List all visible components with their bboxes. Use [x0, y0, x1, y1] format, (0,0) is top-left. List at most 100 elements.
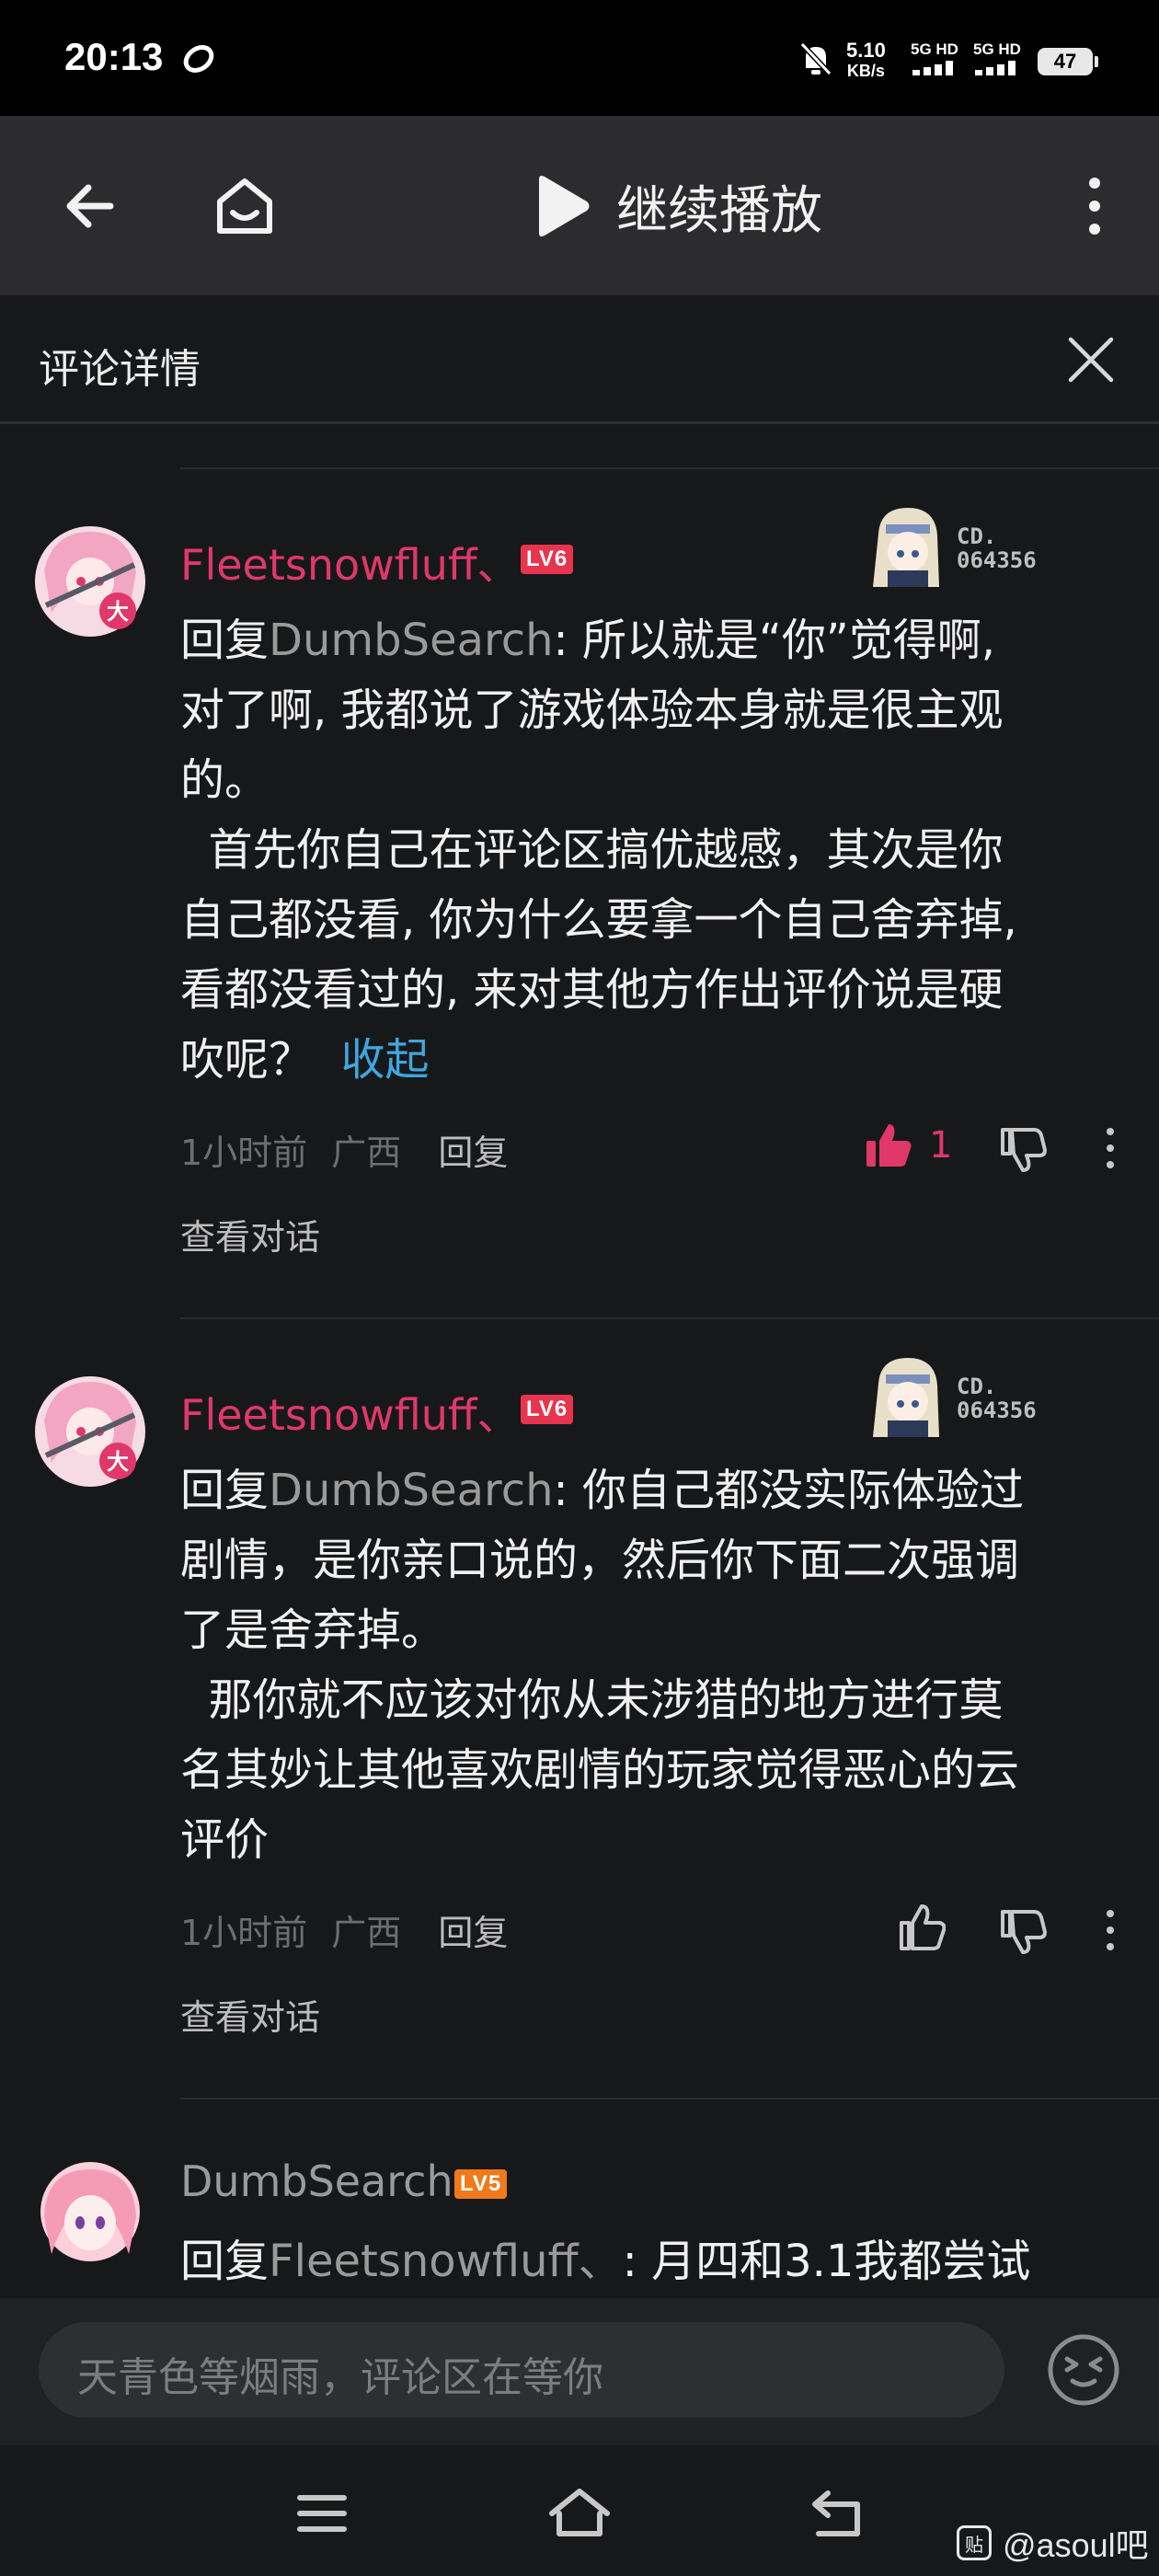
- comment-line: 回复Fleetsnowfluff、: 月四和3.1我都尝试: [180, 2236, 1031, 2287]
- comment-line: 回复DumbSearch: 所以就是“你”觉得啊,: [180, 615, 995, 666]
- comment-username[interactable]: Fleetsnowfluff、: [180, 532, 520, 592]
- fan-badge-number: CD. 064356: [957, 523, 1037, 573]
- back-return-icon: [812, 2490, 860, 2536]
- dislike-button[interactable]: [999, 1908, 1047, 1954]
- more-vertical-icon: [1089, 178, 1100, 235]
- divider: [180, 1317, 1159, 1319]
- sim1-signal: 5G HD: [911, 40, 962, 80]
- comment-line: 对了啊, 我都说了游戏体验本身就是很主观: [180, 684, 1004, 736]
- close-button[interactable]: [1058, 327, 1124, 393]
- level-badge: LV6: [521, 545, 574, 574]
- comment-username[interactable]: Fleetsnowfluff、: [180, 1382, 520, 1443]
- comment-body: 回复DumbSearch: 你自己都没实际体验过 剧情，是你亲口说的，然后你下面…: [180, 1455, 1128, 1875]
- page-title: 评论详情: [39, 346, 201, 393]
- fan-badge-number: CD. 064356: [957, 1374, 1037, 1423]
- thumbs-up-icon: [900, 1904, 946, 1950]
- continue-play-button[interactable]: 继续播放: [534, 173, 822, 241]
- comment-input-placeholder: 天青色等烟雨，评论区在等你: [77, 2354, 603, 2401]
- moon-app-icon: [183, 45, 214, 73]
- comment-line: 了是舍弃掉。: [180, 1604, 446, 1656]
- back-arrow-icon: [66, 184, 114, 228]
- comment-item: DumbSearch LV5 回复Fleetsnowfluff、: 月四和3.1…: [0, 2127, 1159, 2298]
- reply-button[interactable]: 回复: [438, 1913, 508, 1953]
- reply-button[interactable]: 回复: [438, 1133, 508, 1173]
- more-vertical-icon: [1107, 1128, 1114, 1168]
- view-conversation-link[interactable]: 查看对话: [180, 1989, 320, 2040]
- battery-indicator: 47: [1038, 48, 1098, 75]
- comment-more-button[interactable]: [1104, 1908, 1117, 1952]
- mention-link[interactable]: Fleetsnowfluff、: [269, 2236, 623, 2287]
- fan-badge-figure: [873, 1358, 939, 1437]
- comment-meta: 1小时前 广西 回复: [180, 1904, 508, 1955]
- thumbs-down-icon: [1001, 1128, 1047, 1172]
- watermark-text: @asoul吧: [1003, 2526, 1149, 2564]
- comment-line: 评价: [180, 1814, 270, 1866]
- mention-link[interactable]: DumbSearch: [269, 1465, 554, 1516]
- watermark: 贴 @asoul吧: [957, 2519, 1149, 2567]
- comment-line: 剧情，是你亲口说的，然后你下面二次强调: [180, 1535, 1020, 1586]
- avatar[interactable]: 大: [33, 524, 147, 638]
- signal-icon: [975, 61, 1016, 75]
- comment-input-bar: 天青色等烟雨，评论区在等你: [0, 2298, 1159, 2445]
- like-count: 1: [929, 1124, 953, 1167]
- home-smile-icon: [217, 178, 272, 234]
- mute-bell-icon: [799, 41, 832, 76]
- comment-line: 自己都没看, 你为什么要拿一个自己舍弃掉,: [180, 894, 1017, 946]
- level-badge: LV5: [454, 2169, 508, 2199]
- svg-text:大: 大: [107, 599, 129, 625]
- comment-time: 1小时前: [180, 1913, 308, 1953]
- top-toolbar: 继续播放: [0, 116, 1159, 295]
- like-button[interactable]: [898, 1904, 946, 1950]
- more-menu-button[interactable]: [1050, 162, 1139, 250]
- emoji-icon[interactable]: [1045, 2331, 1122, 2409]
- close-icon: [1068, 337, 1114, 383]
- collapse-link[interactable]: 收起: [341, 1034, 430, 1086]
- like-button[interactable]: 1: [865, 1122, 952, 1168]
- comment-line: 首先你自己在评论区搞优越感，其次是你: [180, 824, 1004, 876]
- comment-input[interactable]: 天青色等烟雨，评论区在等你: [39, 2322, 1004, 2418]
- divider: [180, 2098, 1159, 2099]
- divider: [180, 467, 1159, 469]
- avatar[interactable]: [40, 2162, 140, 2261]
- thumbs-up-filled-icon: [866, 1124, 912, 1167]
- home-icon: [549, 2489, 610, 2536]
- mention-link[interactable]: DumbSearch: [269, 615, 554, 666]
- nav-home-button[interactable]: [543, 2477, 616, 2550]
- continue-play-label: 继续播放: [616, 180, 822, 241]
- avatar[interactable]: 大: [33, 1374, 147, 1489]
- thumbs-down-icon: [1001, 1910, 1047, 1954]
- nav-back-button[interactable]: [800, 2477, 874, 2550]
- back-button[interactable]: [46, 162, 134, 250]
- sim2-signal: 5G HD: [973, 40, 1025, 80]
- comment-line: 看都没看过的, 来对其他方作出评价说是硬: [180, 964, 1004, 1016]
- comment-location: 广西: [331, 1133, 402, 1173]
- status-bar: 20:13 5.10 KB/s 5G HD 5G HD 47: [0, 0, 1159, 116]
- comment-body: 回复DumbSearch: 所以就是“你”觉得啊, 对了啊, 我都说了游戏体验本…: [180, 605, 1128, 1095]
- comment-meta: 1小时前 广西 回复: [180, 1124, 508, 1175]
- comment-time: 1小时前: [180, 1133, 308, 1173]
- comment-location: 广西: [331, 1913, 402, 1953]
- comment-line: 吹呢？ 收起: [180, 1034, 430, 1086]
- more-vertical-icon: [1107, 1910, 1114, 1950]
- level-badge: LV6: [521, 1395, 574, 1424]
- menu-icon: [297, 2495, 347, 2532]
- comment-detail-header: 评论详情: [0, 295, 1159, 424]
- fan-badge-figure: [873, 508, 939, 587]
- comment-more-button[interactable]: [1104, 1126, 1117, 1170]
- comment-line: 回复DumbSearch: 你自己都没实际体验过: [180, 1465, 1024, 1516]
- svg-text:大: 大: [107, 1449, 129, 1475]
- dislike-button[interactable]: [999, 1126, 1047, 1172]
- comment-line: 的。: [180, 754, 270, 806]
- comment-line: 那你就不应该对你从未涉猎的地方进行莫: [180, 1674, 1004, 1726]
- tieba-logo: 贴: [957, 2525, 992, 2560]
- net-speed: 5.10 KB/s: [846, 39, 886, 81]
- signal-icon: [912, 61, 953, 75]
- status-time: 20:13: [64, 35, 164, 78]
- play-icon: [539, 176, 590, 236]
- view-conversation-link[interactable]: 查看对话: [180, 1209, 320, 1259]
- home-button[interactable]: [201, 162, 289, 250]
- nav-menu-button[interactable]: [285, 2477, 359, 2550]
- comment-username[interactable]: DumbSearch: [180, 2156, 453, 2206]
- comment-line: 名其妙让其他喜欢剧情的玩家觉得恶心的云: [180, 1744, 1020, 1796]
- comment-body: 回复Fleetsnowfluff、: 月四和3.1我都尝试: [180, 2226, 1128, 2296]
